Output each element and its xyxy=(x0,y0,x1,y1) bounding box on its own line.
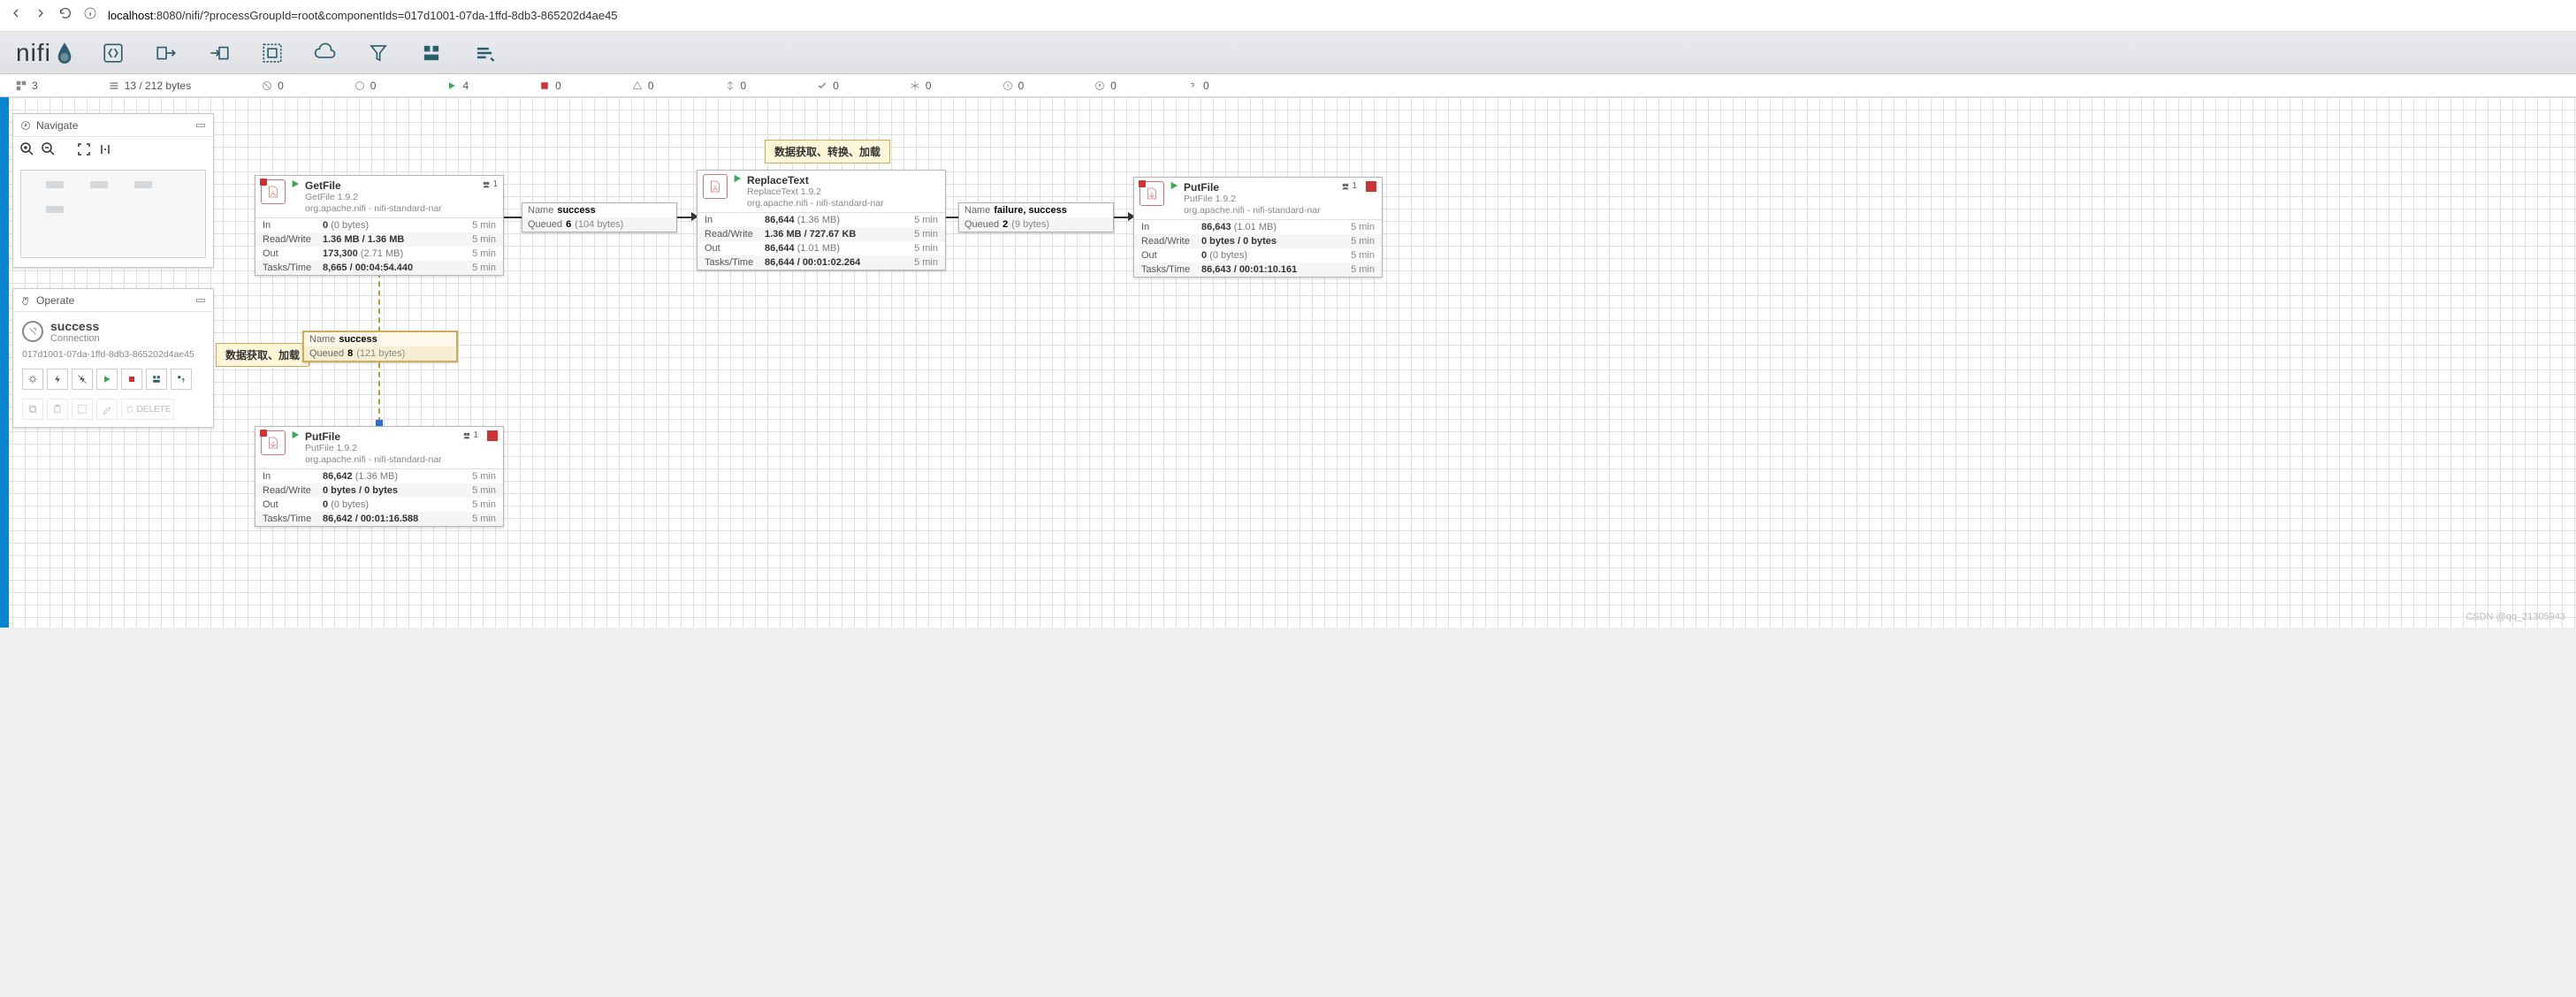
operate-type: Connection xyxy=(50,333,100,344)
nav-back-icon[interactable] xyxy=(9,6,23,25)
canvas[interactable]: Navigate Operate success xyxy=(0,97,2576,628)
run-icon xyxy=(733,174,742,183)
status-running: 4 xyxy=(446,80,469,92)
canvas-label-1[interactable]: 数据获取、加载 xyxy=(216,343,309,367)
processor-icon xyxy=(261,430,286,455)
fit-icon[interactable] xyxy=(77,142,91,161)
process-group-tool-icon[interactable] xyxy=(258,39,286,67)
stop-button[interactable] xyxy=(121,369,142,390)
connection-icon xyxy=(22,321,43,342)
navigate-panel: Navigate xyxy=(12,113,214,268)
template-button[interactable] xyxy=(146,369,167,390)
group-button xyxy=(72,399,93,420)
operate-panel: Operate success Connection 017d1001-07da… xyxy=(12,288,214,428)
color-button xyxy=(96,399,118,420)
processor-replacetext[interactable]: ReplaceText ReplaceText 1.9.2 org.apache… xyxy=(697,170,946,270)
status-warning: 0 xyxy=(632,80,654,92)
status-bar: 3 13 / 212 bytes 0 0 4 0 0 0 0 0 0 0 0 xyxy=(0,74,2576,97)
canvas-label-2[interactable]: 数据获取、转换、加载 xyxy=(765,140,890,164)
upload-template-button[interactable] xyxy=(171,369,192,390)
selection-strip xyxy=(0,97,9,628)
connection-2-selected[interactable]: Namesuccess Queued8(121 bytes) xyxy=(302,331,458,362)
status-groups: 3 xyxy=(16,80,38,92)
processor-name: GetFile xyxy=(305,179,476,192)
status-snowflake: 0 xyxy=(910,80,932,92)
nav-reload-icon[interactable] xyxy=(58,6,72,25)
zoom-out-icon[interactable] xyxy=(42,142,56,161)
status-transmitting: 0 xyxy=(725,80,747,92)
template-tool-icon[interactable] xyxy=(417,39,446,67)
collapse-icon[interactable] xyxy=(195,295,206,306)
status-clock: 0 xyxy=(1002,80,1025,92)
disable-button[interactable] xyxy=(72,369,93,390)
actual-size-icon[interactable] xyxy=(98,142,112,161)
processor-icon xyxy=(1139,181,1164,206)
processor-tool-icon[interactable] xyxy=(99,39,127,67)
thread-count: 1 xyxy=(1341,181,1357,191)
watermark: CSDN @qq_21305943 xyxy=(2465,612,2565,622)
status-invalid: 0 xyxy=(354,80,377,92)
nifi-header: nifi xyxy=(0,32,2576,74)
hand-icon xyxy=(20,295,31,306)
input-port-tool-icon[interactable] xyxy=(152,39,180,67)
status-queue: 13 / 212 bytes xyxy=(109,80,191,92)
status-disabled: 0 xyxy=(262,80,284,92)
paste-button xyxy=(47,399,68,420)
run-icon xyxy=(1170,181,1178,190)
zoom-in-icon[interactable] xyxy=(20,142,34,161)
status-question: 0 xyxy=(1187,80,1209,92)
label-tool-icon[interactable] xyxy=(470,39,499,67)
output-port-tool-icon[interactable] xyxy=(205,39,233,67)
navigate-title: Navigate xyxy=(36,119,78,132)
copy-button xyxy=(22,399,43,420)
browser-bar: localhost:8080/nifi/?processGroupId=root… xyxy=(0,0,2576,32)
status-bulletin: 0 xyxy=(1094,80,1117,92)
processor-putfile-bottom[interactable]: PutFile PutFile 1.9.2 org.apache.nifi - … xyxy=(255,426,504,527)
processor-icon xyxy=(703,174,728,199)
thread-count: 1 xyxy=(482,179,498,189)
enable-button[interactable] xyxy=(47,369,68,390)
configure-button[interactable] xyxy=(22,369,43,390)
bulletin-icon xyxy=(1366,181,1376,192)
thread-count: 1 xyxy=(462,430,478,440)
collapse-icon[interactable] xyxy=(195,120,206,131)
url-display[interactable]: localhost:8080/nifi/?processGroupId=root… xyxy=(108,9,618,22)
operate-name: success xyxy=(50,319,100,333)
run-icon xyxy=(291,179,300,188)
status-stopped: 0 xyxy=(539,80,561,92)
nav-preview[interactable] xyxy=(20,170,206,258)
processor-icon xyxy=(261,179,286,204)
connection-3[interactable]: Namefailure, success Queued2(9 bytes) xyxy=(958,202,1114,232)
status-check: 0 xyxy=(817,80,839,92)
start-button[interactable] xyxy=(96,369,118,390)
info-icon xyxy=(83,6,97,25)
funnel-tool-icon[interactable] xyxy=(364,39,392,67)
compass-icon xyxy=(20,120,31,131)
run-icon xyxy=(291,430,300,439)
connection-1[interactable]: Namesuccess Queued6(104 bytes) xyxy=(522,202,677,232)
processor-getfile[interactable]: GetFile GetFile 1.9.2 org.apache.nifi - … xyxy=(255,175,504,276)
operate-id: 017d1001-07da-1ffd-8db3-865202d4ae45 xyxy=(22,349,204,360)
operate-title: Operate xyxy=(36,294,74,307)
processor-putfile-right[interactable]: PutFile PutFile 1.9.2 org.apache.nifi - … xyxy=(1133,177,1383,278)
delete-button: DELETE xyxy=(121,399,174,420)
nav-forward-icon[interactable] xyxy=(34,6,48,25)
remote-group-tool-icon[interactable] xyxy=(311,39,339,67)
nifi-logo: nifi xyxy=(16,39,74,67)
bulletin-icon xyxy=(487,430,498,441)
